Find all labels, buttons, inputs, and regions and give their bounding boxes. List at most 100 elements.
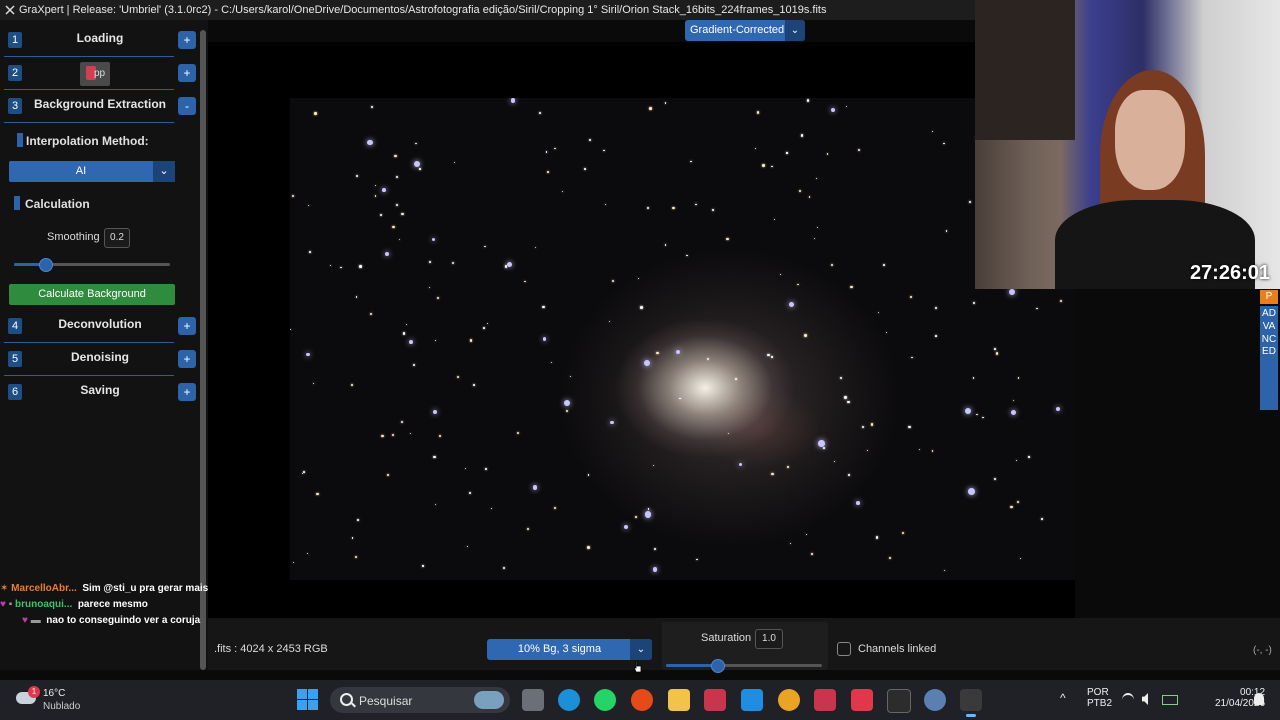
star [587, 546, 590, 549]
star [367, 139, 373, 146]
terminal-icon[interactable] [887, 689, 911, 713]
expand-button[interactable]: + [178, 350, 196, 368]
red-app-2-icon[interactable] [814, 689, 836, 711]
star [943, 569, 945, 571]
star [771, 472, 774, 476]
star [911, 356, 913, 359]
star [542, 305, 545, 309]
task-view-icon[interactable] [522, 689, 544, 711]
chat-badge-icon: ▪ [8, 599, 13, 610]
blue-app-icon[interactable] [741, 689, 763, 711]
star [375, 184, 377, 186]
calculate-background-button[interactable]: Calculate Background [9, 284, 175, 305]
advanced-tab-label: ADVANCED [1260, 306, 1278, 410]
step-denoising[interactable]: 5 Denoising + [4, 344, 196, 376]
step-2[interactable]: 2 pp + [4, 58, 196, 90]
sidebar-scrollbar[interactable] [200, 30, 206, 670]
chevron-down-icon[interactable]: ⌄ [630, 639, 652, 660]
windows-logo-icon [297, 689, 307, 699]
star [634, 516, 637, 519]
star [1019, 557, 1021, 559]
star [532, 485, 538, 490]
astro-image-orion-nebula[interactable] [290, 98, 1075, 580]
expand-button[interactable]: + [178, 31, 196, 49]
saturation-value-field[interactable]: 1.0 [755, 629, 783, 649]
weather-desc: Nublado [43, 701, 81, 712]
stretch-dropdown[interactable]: 10% Bg, 3 sigma ⌄ [487, 639, 652, 660]
graxpert-taskbar-icon[interactable] [960, 689, 982, 717]
star [789, 543, 792, 545]
star [487, 322, 489, 324]
smoothing-slider-handle[interactable] [39, 258, 53, 272]
star [817, 227, 819, 229]
fits-app-icon[interactable] [851, 689, 873, 711]
whatsapp-icon[interactable] [594, 689, 616, 711]
star [314, 112, 317, 115]
language-indicator[interactable]: POR PTB2 [1087, 687, 1112, 709]
expand-button[interactable]: + [178, 383, 196, 401]
star [588, 139, 591, 142]
chrome-icon[interactable] [778, 689, 800, 711]
step-loading[interactable]: 1 Loading + [4, 25, 196, 57]
advanced-tab[interactable]: P ADVANCED [1260, 290, 1278, 410]
show-hidden-icons-chevron-icon[interactable]: ^ [1060, 691, 1066, 705]
step-background-extraction[interactable]: 3 Background Extraction - [4, 91, 196, 123]
wifi-icon[interactable] [1122, 693, 1134, 707]
star [934, 306, 937, 309]
star [756, 111, 760, 114]
channels-linked-checkbox[interactable] [837, 642, 851, 656]
star [800, 134, 804, 137]
star [431, 237, 435, 241]
chevron-down-icon[interactable]: ⌄ [785, 20, 805, 41]
star [546, 170, 549, 173]
chevron-down-icon[interactable]: ⌄ [153, 161, 175, 182]
globe-app-icon[interactable] [924, 689, 946, 711]
star [644, 360, 651, 367]
star [646, 207, 649, 210]
file-explorer-icon[interactable] [668, 689, 690, 711]
star [840, 377, 843, 380]
collapse-button[interactable]: - [178, 97, 196, 115]
star [292, 194, 295, 197]
edge-icon[interactable] [558, 689, 580, 711]
expand-button[interactable]: + [178, 317, 196, 335]
section-marker [17, 133, 23, 147]
star [726, 238, 729, 241]
star [867, 450, 869, 452]
display-mode-dropdown[interactable]: Gradient-Corrected ⌄ [685, 20, 805, 41]
red-app-icon[interactable] [704, 689, 726, 711]
step-saving[interactable]: 6 Saving + [4, 377, 196, 407]
weather-widget[interactable]: 1 16°C Nublado [16, 686, 86, 716]
divider [4, 56, 174, 57]
expand-button[interactable]: + [178, 64, 196, 82]
cursor-coordinates: (-, -) [1253, 645, 1272, 656]
step-deconvolution[interactable]: 4 Deconvolution + [4, 311, 196, 343]
interpolation-method-dropdown[interactable]: AI ⌄ [9, 161, 175, 182]
smoothing-value-field[interactable]: 0.2 [104, 228, 130, 248]
start-button[interactable] [297, 689, 318, 710]
star [457, 375, 460, 378]
battery-icon[interactable] [1162, 695, 1178, 705]
star [466, 545, 468, 547]
star [935, 335, 937, 337]
saturation-slider-handle[interactable] [711, 659, 725, 673]
star [510, 98, 516, 103]
star [359, 265, 362, 268]
opera-icon[interactable] [631, 689, 653, 711]
star [491, 507, 493, 509]
search-icon [340, 693, 353, 706]
taskbar-search[interactable]: Pesquisar [330, 687, 510, 713]
star [316, 492, 319, 496]
star [565, 409, 569, 413]
star [815, 177, 818, 180]
star [554, 147, 556, 150]
star [672, 206, 675, 210]
star [356, 519, 359, 521]
star [569, 375, 571, 377]
star [773, 218, 776, 221]
star [554, 506, 557, 509]
star [652, 567, 658, 572]
star [822, 447, 825, 450]
notification-bell-icon[interactable] [1254, 693, 1264, 705]
step-number: 2 [8, 65, 22, 81]
